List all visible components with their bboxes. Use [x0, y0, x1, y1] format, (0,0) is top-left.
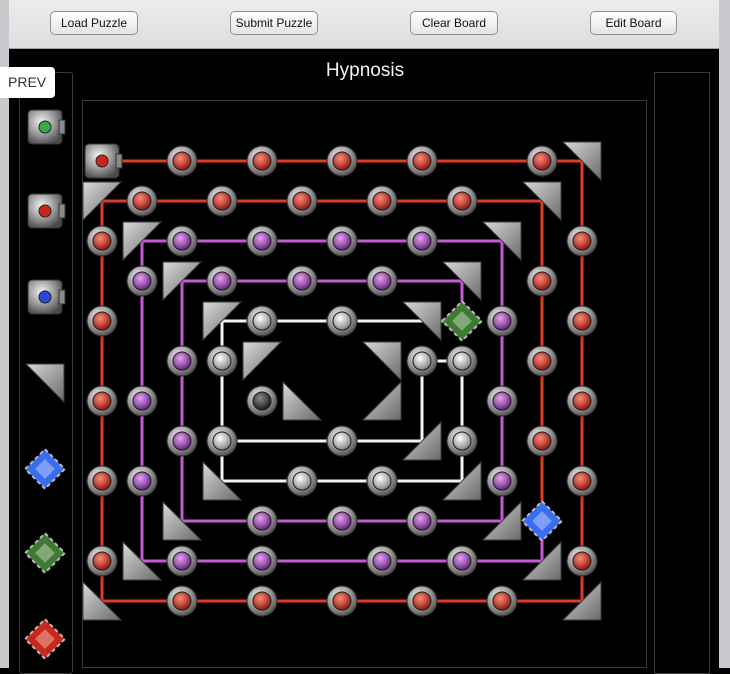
red-node[interactable]: [565, 544, 599, 578]
red-node[interactable]: [245, 144, 279, 178]
purple-node[interactable]: [245, 544, 279, 578]
purple-node[interactable]: [125, 384, 159, 418]
mirror[interactable]: [361, 341, 402, 382]
red-node[interactable]: [405, 144, 439, 178]
red-node[interactable]: [325, 584, 359, 618]
red-node[interactable]: [525, 344, 559, 378]
white-node[interactable]: [325, 304, 359, 338]
purple-node[interactable]: [325, 504, 359, 538]
purple-node[interactable]: [165, 544, 199, 578]
white-node[interactable]: [405, 344, 439, 378]
red-node[interactable]: [85, 464, 119, 498]
purple-node[interactable]: [405, 224, 439, 258]
blue-crystal-icon[interactable]: [23, 447, 67, 491]
white-node[interactable]: [445, 344, 479, 378]
red-node[interactable]: [565, 224, 599, 258]
red-node[interactable]: [405, 584, 439, 618]
red-node[interactable]: [525, 264, 559, 298]
red-node[interactable]: [85, 544, 119, 578]
red-node[interactable]: [485, 584, 519, 618]
purple-node[interactable]: [485, 304, 519, 338]
purple-node[interactable]: [325, 224, 359, 258]
red-node[interactable]: [245, 584, 279, 618]
white-node[interactable]: [205, 424, 239, 458]
purple-node[interactable]: [365, 264, 399, 298]
red-node[interactable]: [165, 144, 199, 178]
white-node[interactable]: [205, 344, 239, 378]
red-node[interactable]: [565, 464, 599, 498]
blue-emitter-icon[interactable]: [27, 279, 66, 315]
red-node[interactable]: [525, 144, 559, 178]
purple-node[interactable]: [405, 504, 439, 538]
purple-node[interactable]: [485, 464, 519, 498]
red-node[interactable]: [565, 384, 599, 418]
red-node[interactable]: [325, 144, 359, 178]
red-node[interactable]: [285, 184, 319, 218]
mirror-icon[interactable]: [24, 363, 65, 404]
purple-node[interactable]: [125, 264, 159, 298]
green-emitter-icon[interactable]: [27, 109, 66, 145]
green-crystal[interactable]: [440, 299, 484, 343]
blue-crystal[interactable]: [520, 499, 564, 543]
purple-node[interactable]: [205, 264, 239, 298]
purple-node[interactable]: [365, 544, 399, 578]
red-emitter-icon[interactable]: [27, 193, 66, 229]
dark-node[interactable]: [245, 384, 279, 418]
purple-node[interactable]: [165, 344, 199, 378]
purple-node[interactable]: [245, 504, 279, 538]
red-node[interactable]: [365, 184, 399, 218]
mirror[interactable]: [242, 341, 283, 382]
white-node[interactable]: [245, 304, 279, 338]
red-node[interactable]: [165, 584, 199, 618]
red-node[interactable]: [85, 224, 119, 258]
purple-node[interactable]: [445, 544, 479, 578]
red-node[interactable]: [445, 184, 479, 218]
white-node[interactable]: [285, 464, 319, 498]
red-node[interactable]: [125, 184, 159, 218]
red-emitter[interactable]: [84, 143, 123, 179]
red-crystal-icon[interactable]: [23, 617, 67, 661]
purple-node[interactable]: [125, 464, 159, 498]
white-node[interactable]: [325, 424, 359, 458]
game-board[interactable]: [0, 0, 730, 668]
red-node[interactable]: [525, 424, 559, 458]
purple-node[interactable]: [165, 224, 199, 258]
mirror[interactable]: [282, 380, 323, 421]
purple-node[interactable]: [285, 264, 319, 298]
red-node[interactable]: [85, 304, 119, 338]
red-node[interactable]: [205, 184, 239, 218]
purple-node[interactable]: [485, 384, 519, 418]
white-node[interactable]: [365, 464, 399, 498]
red-node[interactable]: [85, 384, 119, 418]
green-crystal-icon[interactable]: [23, 531, 67, 575]
purple-node[interactable]: [165, 424, 199, 458]
mirror[interactable]: [361, 380, 402, 421]
red-node[interactable]: [565, 304, 599, 338]
white-node[interactable]: [445, 424, 479, 458]
purple-node[interactable]: [245, 224, 279, 258]
